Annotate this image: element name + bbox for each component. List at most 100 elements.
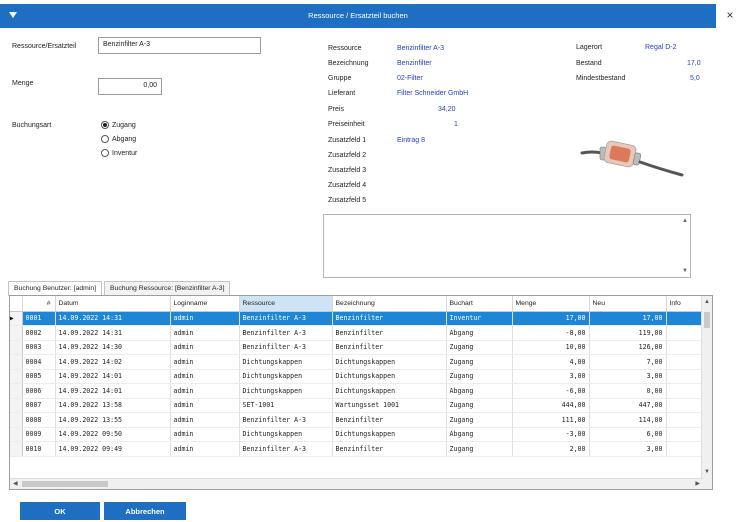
table-row[interactable]: 0005 14.09.2022 14:01 admin Dichtungskappen…	[10, 369, 704, 384]
table-row[interactable]: 0006 14.09.2022 14:01 admin Dichtungskappen…	[10, 383, 704, 399]
header-buchart[interactable]: Buchart	[446, 296, 513, 312]
cell-info	[666, 427, 704, 442]
cell-neu: 17,00	[589, 311, 667, 326]
cell-bezeichnung: Dichtungskappen	[332, 369, 447, 384]
cell-datum: 14.09.2022 14:01	[55, 369, 171, 384]
table-row[interactable]: 0010 14.09.2022 09:49 admin Benzinfilter A-…	[10, 441, 704, 457]
tab-buchung-ressource[interactable]: Buchung Ressource: [Benzinfilter A-3]	[104, 281, 231, 296]
header-datum[interactable]: Datum	[55, 296, 171, 312]
table-row[interactable]: ▶ 0001 14.09.2022 14:31 admin Benzinfilter A…	[10, 311, 704, 326]
info-label-lieferant: Lieferant	[328, 90, 356, 97]
scroll-down-icon[interactable]: ▼	[704, 469, 710, 475]
grid-vertical-scrollbar[interactable]: ▲ ▼	[701, 296, 712, 489]
ok-button[interactable]: OK	[20, 502, 100, 520]
cell-menge: 10,00	[512, 340, 590, 355]
cell-menge: -3,00	[512, 427, 590, 442]
cell-bezeichnung: Benzinfilter	[332, 441, 447, 457]
info-label-ressource: Ressource	[328, 45, 362, 52]
menge-input[interactable]: 0,00	[98, 78, 162, 95]
radio-abgang-label: Abgang	[112, 135, 137, 143]
booking-table: # Datum Loginname Ressource Bezeichnung …	[10, 296, 704, 457]
cell-datum: 14.09.2022 09:49	[55, 441, 171, 457]
radio-abgang[interactable]: Abgang	[101, 135, 136, 143]
info-value-zusatzfeld-1: Eintrag 8	[397, 137, 426, 144]
close-icon[interactable]: ×	[723, 8, 737, 22]
table-row[interactable]: 0008 14.09.2022 13:55 admin Benzinfilter A-…	[10, 412, 704, 428]
header-ressource[interactable]: Ressource	[239, 296, 333, 312]
grid-horizontal-scrollbar[interactable]: ◀ ▶	[10, 478, 703, 489]
header-number[interactable]: #	[22, 296, 56, 312]
cell-neu: 7,00	[589, 354, 667, 370]
ressource-input[interactable]: Benzinfilter A-3	[98, 37, 261, 54]
cell-buchart: Zugang	[446, 441, 513, 457]
table-row[interactable]: 0003 14.09.2022 14:30 admin Benzinfilter A-…	[10, 340, 704, 355]
cell-neu: 447,00	[589, 398, 667, 413]
info-label-preis: Preis	[328, 106, 344, 113]
tab-buchung-benutzer[interactable]: Buchung Benutzer: [admin]	[8, 281, 102, 296]
row-indicator	[10, 369, 23, 384]
cell-loginname: admin	[170, 311, 240, 326]
notes-scrollbar[interactable]: ▲ ▼	[680, 215, 690, 277]
scroll-left-icon[interactable]: ◀	[13, 480, 18, 487]
title-bar-background: Ressource / Ersatzteil buchen	[0, 4, 716, 28]
stock-label-bestand: Bestand	[576, 60, 602, 67]
scroll-down-icon[interactable]: ▼	[682, 268, 688, 274]
radio-inventur[interactable]: Inventur	[101, 149, 137, 157]
radio-zugang[interactable]: Zugang	[101, 121, 136, 129]
cell-bezeichnung: Benzinfilter	[332, 311, 447, 326]
row-indicator	[10, 441, 23, 457]
cell-buchart: Inventur	[446, 311, 513, 326]
cell-loginname: admin	[170, 398, 240, 413]
cell-ressource: SET-1001	[239, 398, 333, 413]
cell-buchart: Abgang	[446, 325, 513, 341]
cell-menge: 444,00	[512, 398, 590, 413]
cell-ressource: Dichtungskappen	[239, 427, 333, 442]
header-info[interactable]: Info	[666, 296, 704, 312]
cell-buchart: Zugang	[446, 340, 513, 355]
cell-ressource: Dichtungskappen	[239, 369, 333, 384]
cell-datum: 14.09.2022 14:31	[55, 325, 171, 341]
ressource-label: Ressource/Ersatzteil	[12, 43, 77, 50]
cell-datum: 14.09.2022 13:55	[55, 412, 171, 428]
cell-buchart: Abgang	[446, 383, 513, 399]
cell-info	[666, 340, 704, 355]
header-bezeichnung[interactable]: Bezeichnung	[332, 296, 447, 312]
cell-menge: 2,00	[512, 441, 590, 457]
table-row[interactable]: 0002 14.09.2022 14:31 admin Benzinfilter A-…	[10, 325, 704, 341]
cell-loginname: admin	[170, 369, 240, 384]
info-value-preiseinheit: 1	[454, 121, 458, 128]
radio-unchecked-icon	[101, 149, 109, 157]
header-neu[interactable]: Neu	[589, 296, 667, 312]
notes-textarea[interactable]: ▲ ▼	[323, 214, 691, 278]
info-value-gruppe: 02-Filter	[397, 75, 423, 82]
cell-ressource: Benzinfilter A-3	[239, 340, 333, 355]
table-row[interactable]: 0007 14.09.2022 13:58 admin SET-1001 Wartung…	[10, 398, 704, 413]
cancel-button[interactable]: Abbrechen	[104, 502, 186, 520]
info-label-zusatzfeld-2: Zusatzfeld 2	[328, 152, 367, 159]
table-row[interactable]: 0009 14.09.2022 09:50 admin Dichtungskappen…	[10, 427, 704, 442]
row-indicator	[10, 412, 23, 428]
header-loginname[interactable]: Loginname	[170, 296, 240, 312]
radio-inventur-label: Inventur	[112, 149, 138, 157]
info-label-zusatzfeld-5: Zusatzfeld 5	[328, 197, 367, 204]
info-value-preis: 34,20	[438, 106, 456, 113]
booking-grid[interactable]: # Datum Loginname Ressource Bezeichnung …	[9, 295, 713, 490]
scroll-thumb[interactable]	[22, 481, 108, 487]
row-indicator	[10, 427, 23, 442]
stock-label-mindestbestand: Mindestbestand	[576, 75, 626, 82]
row-indicator	[10, 383, 23, 399]
table-row[interactable]: 0004 14.09.2022 14:02 admin Dichtungskappen…	[10, 354, 704, 370]
header-menge[interactable]: Menge	[512, 296, 590, 312]
scroll-up-icon[interactable]: ▲	[704, 299, 710, 305]
cell-datum: 14.09.2022 14:30	[55, 340, 171, 355]
scroll-thumb[interactable]	[704, 312, 710, 328]
cell-loginname: admin	[170, 383, 240, 399]
cell-ressource: Dichtungskappen	[239, 383, 333, 399]
cell-info	[666, 398, 704, 413]
scroll-right-icon[interactable]: ▶	[695, 480, 700, 487]
radio-unchecked-icon	[101, 135, 109, 143]
cell-number: 0002	[22, 325, 56, 341]
scroll-up-icon[interactable]: ▲	[682, 218, 688, 224]
cell-bezeichnung: Benzinfilter	[332, 340, 447, 355]
radio-checked-icon	[101, 121, 109, 129]
